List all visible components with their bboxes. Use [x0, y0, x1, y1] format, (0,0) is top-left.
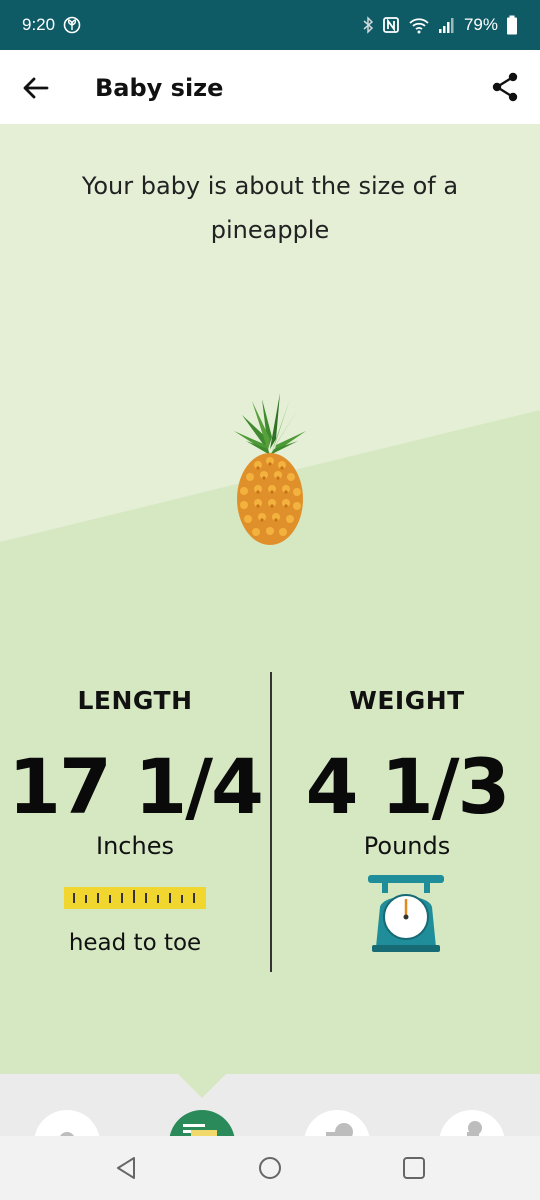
battery-percent: 79%	[463, 15, 498, 34]
weight-label: WEIGHT	[349, 686, 465, 715]
android-navigation-bar	[0, 1136, 540, 1200]
size-stats: LENGTH 17 1/4 Inches head to toe WEIGHT …	[0, 672, 540, 974]
share-icon[interactable]	[488, 70, 522, 104]
signal-icon	[438, 18, 454, 33]
home-circle-icon[interactable]	[256, 1154, 284, 1182]
size-headline: Your baby is about the size of a pineapp…	[81, 172, 459, 244]
battery-icon	[507, 15, 517, 35]
length-note: head to toe	[68, 930, 202, 956]
length-value: 17 1/4	[8, 742, 264, 831]
length-unit: Inches	[96, 832, 174, 860]
back-triangle-icon[interactable]	[112, 1154, 140, 1182]
nfc-icon	[383, 17, 399, 33]
wifi-icon	[409, 18, 429, 34]
nav-item-4[interactable]	[439, 1110, 505, 1136]
length-label: LENGTH	[77, 686, 193, 715]
search-icon	[60, 1132, 74, 1136]
nav-active-pointer	[178, 1074, 226, 1098]
status-bar: 9:20 79%	[0, 0, 540, 50]
list-icon	[183, 1124, 217, 1136]
ruler-icon	[64, 887, 206, 909]
back-arrow-icon[interactable]	[20, 72, 52, 104]
baby-icon	[467, 1121, 482, 1136]
bottom-navigation	[0, 1074, 540, 1136]
baby-size-hero: Your baby is about the size of a pineapp…	[0, 124, 540, 1074]
weight-unit: Pounds	[363, 832, 451, 860]
bump-icon	[326, 1123, 353, 1136]
nav-item-1[interactable]	[34, 1110, 100, 1136]
app-bar: Baby size	[0, 50, 540, 124]
pineapple-icon	[234, 393, 306, 545]
bluetooth-icon	[363, 16, 374, 34]
status-time: 9:20	[22, 15, 56, 34]
scale-icon	[368, 875, 444, 952]
nav-item-2-active[interactable]	[169, 1110, 235, 1136]
nav-item-3[interactable]	[304, 1110, 370, 1136]
recents-square-icon[interactable]	[400, 1154, 428, 1182]
app-notification-icon	[63, 16, 81, 34]
weight-value: 4 1/3	[305, 742, 511, 831]
page-title: Baby size	[95, 74, 224, 102]
